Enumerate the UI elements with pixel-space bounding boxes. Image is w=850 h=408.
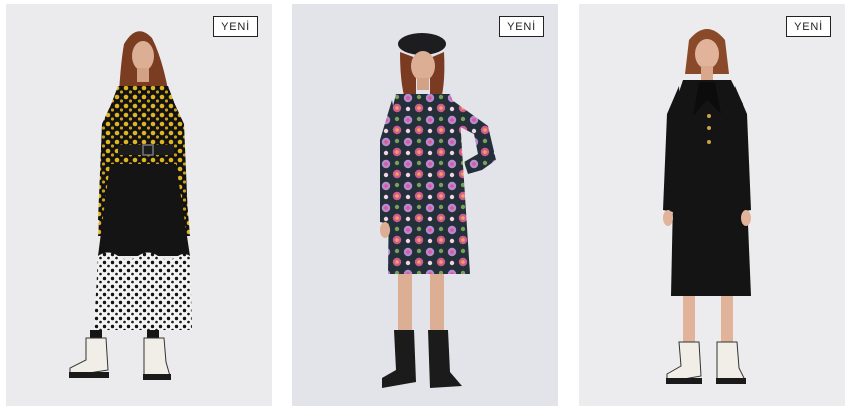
- product-card[interactable]: YENİ: [6, 4, 272, 406]
- product-grid: YENİ YENİ YENİ: [0, 0, 850, 408]
- product-image[interactable]: [292, 4, 558, 406]
- new-badge: YENİ: [786, 16, 831, 37]
- product-card[interactable]: YENİ: [292, 4, 558, 406]
- product-image[interactable]: [6, 4, 272, 406]
- new-badge: YENİ: [213, 16, 258, 37]
- product-image[interactable]: [579, 4, 845, 406]
- new-badge: YENİ: [499, 16, 544, 37]
- product-card[interactable]: YENİ: [579, 4, 845, 406]
